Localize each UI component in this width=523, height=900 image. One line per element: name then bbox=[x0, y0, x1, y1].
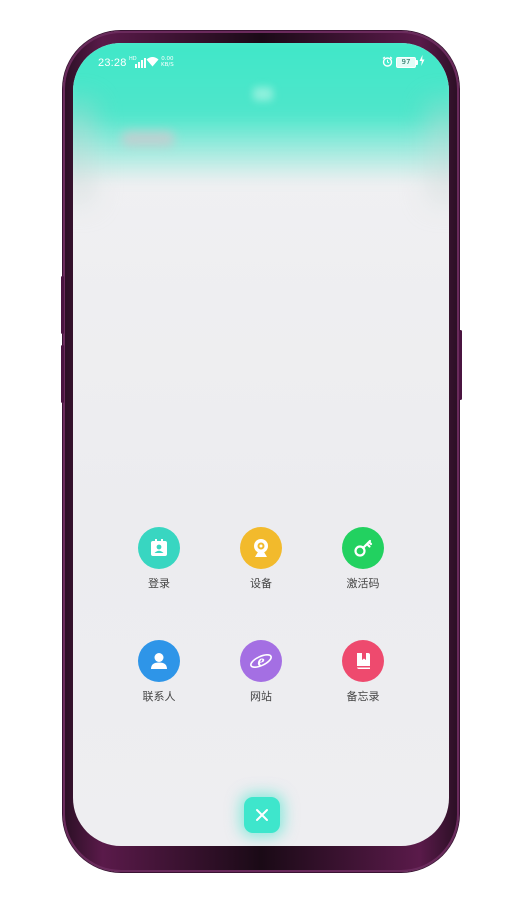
menu-item-activation-code[interactable]: 激活码 bbox=[323, 527, 403, 591]
header-shadow bbox=[429, 103, 449, 203]
status-bar: 23:28 HD 0.00 KB/S 97 bbox=[73, 43, 449, 73]
blurred-header-title bbox=[121, 131, 175, 147]
header-shadow bbox=[73, 103, 93, 203]
page: 23:28 HD 0.00 KB/S 97 登录 设备 激活码 联系人 e 网站… bbox=[0, 0, 523, 900]
close-button[interactable] bbox=[244, 797, 280, 833]
menu-item-memo[interactable]: 备忘录 bbox=[323, 640, 403, 704]
side-button bbox=[61, 345, 64, 403]
menu-item-device[interactable]: 设备 bbox=[221, 527, 301, 591]
menu-label-website: 网站 bbox=[250, 690, 272, 703]
network-speed: 0.00 KB/S bbox=[161, 56, 174, 68]
close-icon bbox=[256, 809, 268, 821]
menu-label-contacts: 联系人 bbox=[142, 690, 176, 703]
speed-unit: KB/S bbox=[161, 62, 174, 68]
battery-level: 97 bbox=[401, 58, 411, 66]
browser-icon: e bbox=[240, 640, 282, 682]
signal-icon bbox=[135, 57, 146, 68]
menu-item-login[interactable]: 登录 bbox=[119, 527, 199, 591]
svg-text:e: e bbox=[257, 653, 264, 670]
status-time: 23:28 bbox=[98, 57, 127, 69]
menu-label-device: 设备 bbox=[250, 577, 272, 590]
power-button bbox=[459, 330, 462, 400]
blurred-header-element bbox=[253, 87, 273, 101]
screen: 23:28 HD 0.00 KB/S 97 登录 设备 激活码 联系人 e 网站… bbox=[73, 43, 449, 846]
contact-icon bbox=[138, 640, 180, 682]
menu-item-website[interactable]: e 网站 bbox=[221, 640, 301, 704]
wifi-icon bbox=[146, 57, 159, 67]
menu-item-contacts[interactable]: 联系人 bbox=[119, 640, 199, 704]
key-icon bbox=[342, 527, 384, 569]
login-icon bbox=[138, 527, 180, 569]
menu-label-login: 登录 bbox=[148, 577, 170, 590]
menu-label-activation-code: 激活码 bbox=[346, 577, 380, 590]
battery-icon: 97 bbox=[396, 57, 418, 68]
camera-icon bbox=[240, 527, 282, 569]
notebook-icon bbox=[342, 640, 384, 682]
volume-button bbox=[61, 276, 64, 334]
menu-label-memo: 备忘录 bbox=[346, 690, 380, 703]
charging-icon bbox=[419, 55, 425, 66]
alarm-icon bbox=[382, 56, 393, 67]
